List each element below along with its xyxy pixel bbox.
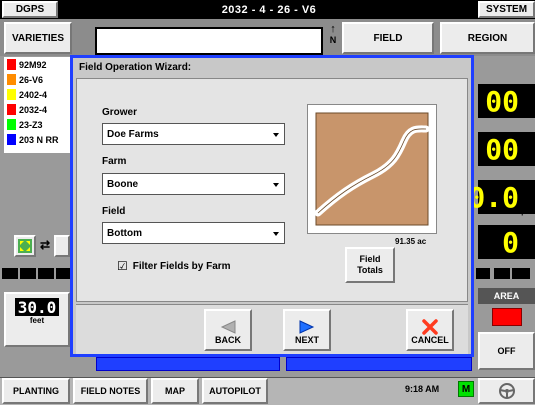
farm-value: Boone <box>107 178 139 190</box>
cancel-x-icon <box>422 319 438 335</box>
row-width-unit: feet <box>29 316 45 325</box>
meter-value: 00 <box>478 84 535 118</box>
tab-autopilot[interactable]: AUTOPILOT <box>202 378 268 404</box>
operation-name-field[interactable] <box>95 27 323 55</box>
variety-label: 92M92 <box>19 59 47 70</box>
status-block <box>494 268 510 279</box>
status-block <box>38 268 54 279</box>
row-width-value: 30.0 <box>15 298 59 317</box>
dialog-title: Field Operation Wizard: <box>79 62 192 73</box>
next-label: NEXT <box>294 335 319 345</box>
status-block <box>20 268 36 279</box>
zoom-extents-icon <box>18 239 32 253</box>
variety-item[interactable]: 26-V6 <box>4 72 74 87</box>
status-block <box>2 268 18 279</box>
variety-swatch <box>7 104 16 115</box>
field-select[interactable]: Bottom <box>102 222 285 244</box>
variety-swatch <box>7 134 16 145</box>
meter-value: 0 <box>478 225 535 259</box>
variety-item[interactable]: 92M92 <box>4 57 74 72</box>
back-button[interactable]: BACK <box>204 309 252 351</box>
north-arrow-icon: ↑ N <box>325 24 341 54</box>
cancel-label: CANCEL <box>411 335 449 345</box>
header-title: 2032 - 4 - 26 - V6 <box>221 3 317 16</box>
row-status-bar-left <box>96 357 280 371</box>
variety-swatch <box>7 74 16 85</box>
row-status-bar-right <box>286 357 472 371</box>
area-off-button[interactable]: OFF <box>478 332 535 370</box>
variety-swatch <box>7 89 16 100</box>
field-acreage: 91.35 ac <box>395 237 427 246</box>
mode-badge: M <box>458 381 474 397</box>
area-indicator <box>492 308 522 326</box>
clock-time: 9:18 AM <box>405 384 440 394</box>
varieties-list: 92M92 26-V6 2402-4 2032-4 23-Z3 203 N RR <box>4 57 74 153</box>
field-totals-button[interactable]: Field Totals <box>345 247 395 283</box>
chevron-down-icon <box>273 183 279 187</box>
field-boundary-preview <box>307 104 437 234</box>
variety-item[interactable]: 2032-4 <box>4 102 74 117</box>
status-block <box>512 268 530 279</box>
variety-item[interactable]: 23-Z3 <box>4 117 74 132</box>
next-button[interactable]: NEXT <box>283 309 331 351</box>
steering-wheel-icon <box>498 383 515 399</box>
meter-unit: mph <box>515 209 530 216</box>
checkbox-icon: ☑ <box>117 259 128 273</box>
dialog-body: Grower Doe Farms Farm Boone Field Bottom… <box>76 78 468 302</box>
field-label: Field <box>102 206 126 217</box>
variety-item[interactable]: 2402-4 <box>4 87 74 102</box>
lock-button[interactable] <box>54 235 70 257</box>
field-operation-wizard-dialog: Field Operation Wizard: Grower Doe Farms… <box>70 55 474 357</box>
variety-label: 2032-4 <box>19 104 48 115</box>
status-block <box>476 268 490 279</box>
variety-swatch <box>7 119 16 130</box>
cancel-button[interactable]: CANCEL <box>406 309 454 351</box>
field-map-icon <box>314 112 430 226</box>
meter-unit: ac <box>515 112 523 119</box>
grower-value: Doe Farms <box>107 128 159 140</box>
variety-label: 26-V6 <box>19 74 44 85</box>
field-totals-line2: Totals <box>357 265 383 275</box>
area-label: AREA <box>478 288 535 304</box>
chevron-down-icon <box>273 133 279 137</box>
zoom-extents-button[interactable] <box>14 235 36 257</box>
north-label: N <box>329 35 337 45</box>
status-block <box>56 268 70 279</box>
field-button[interactable]: FIELD <box>342 22 434 54</box>
region-button[interactable]: REGION <box>440 22 535 54</box>
steering-button[interactable] <box>478 378 535 404</box>
field-totals-line1: Field <box>359 254 381 264</box>
back-arrow-icon <box>220 320 236 334</box>
variety-item[interactable]: 203 N RR <box>4 132 74 147</box>
dgps-button[interactable]: DGPS <box>2 1 58 18</box>
variety-label: 203 N RR <box>19 134 59 145</box>
tab-planting[interactable]: PLANTING <box>2 378 70 404</box>
dialog-footer: BACK NEXT CANCEL <box>76 304 468 354</box>
swap-icon: ⇄ <box>40 238 51 252</box>
filter-fields-checkbox[interactable]: ☑ Filter Fields by Farm <box>117 259 231 273</box>
grower-label: Grower <box>102 107 138 118</box>
row-width-panel[interactable]: 30.0 feet <box>4 292 70 347</box>
system-button[interactable]: SYSTEM <box>478 1 535 18</box>
tab-field-notes[interactable]: FIELD NOTES <box>73 378 148 404</box>
farm-label: Farm <box>102 156 127 167</box>
next-arrow-icon <box>299 320 315 334</box>
grower-select[interactable]: Doe Farms <box>102 123 285 145</box>
field-value: Bottom <box>107 227 142 239</box>
tab-map[interactable]: MAP <box>151 378 199 404</box>
chevron-down-icon <box>273 232 279 236</box>
farm-select[interactable]: Boone <box>102 173 285 195</box>
varieties-button[interactable]: VARIETIES <box>4 22 72 54</box>
meter-unit: ac/hr <box>515 158 532 165</box>
meter-unit: ft <box>515 254 520 261</box>
variety-swatch <box>7 59 16 70</box>
variety-label: 23-Z3 <box>19 119 43 130</box>
variety-label: 2402-4 <box>19 89 48 100</box>
back-label: BACK <box>215 335 241 345</box>
filter-fields-label: Filter Fields by Farm <box>132 260 231 272</box>
